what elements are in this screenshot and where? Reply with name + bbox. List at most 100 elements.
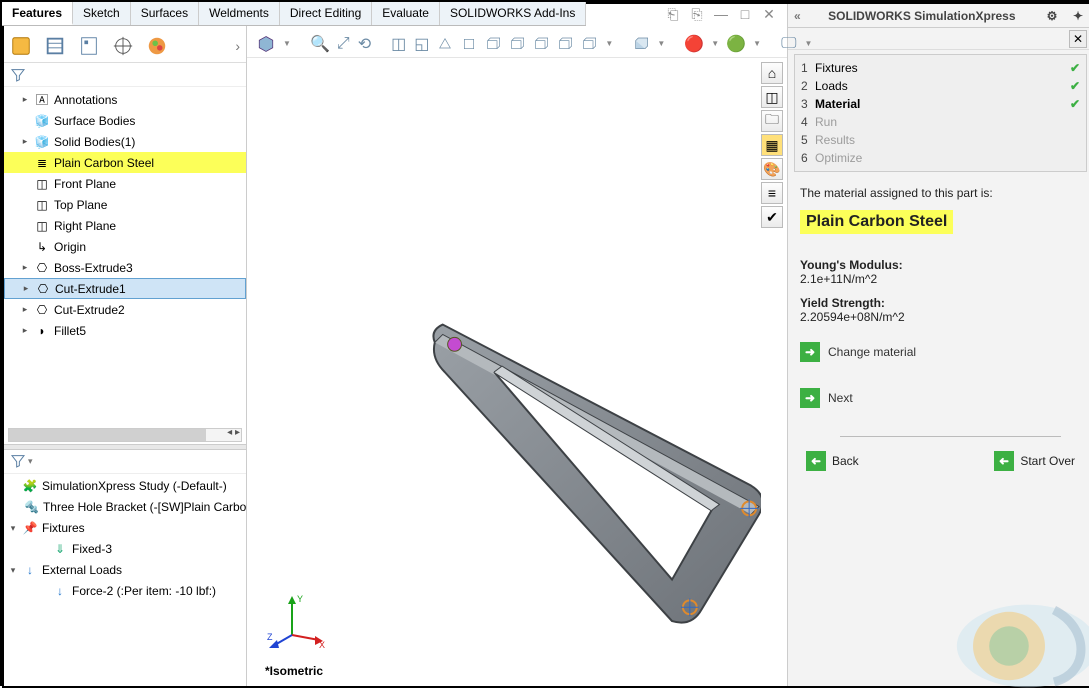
restart-arrow-icon: ➜ bbox=[994, 451, 1014, 471]
change-material-label: Change material bbox=[828, 345, 916, 359]
study-root-label: SimulationXpress Study (-Default-) bbox=[42, 479, 227, 493]
start-over-label: Start Over bbox=[1020, 454, 1075, 468]
change-material-button[interactable]: ➜ Change material bbox=[800, 342, 1081, 362]
d4-icon[interactable] bbox=[509, 35, 525, 53]
sim-pin-icon[interactable]: ✦ bbox=[1069, 9, 1087, 23]
tree-item-front-plane[interactable]: ◫Front Plane bbox=[4, 173, 246, 194]
sim-panel-title: SOLIDWORKS SimulationXpress bbox=[809, 9, 1035, 23]
sim-collapse-icon[interactable]: « bbox=[794, 9, 801, 23]
tree-item-fillet5[interactable]: ▸◗Fillet5 bbox=[4, 320, 246, 341]
hide-show-icon[interactable] bbox=[633, 35, 649, 53]
window-prev-icon[interactable]: ⎗ bbox=[665, 6, 681, 22]
study-fixtures-label: Fixtures bbox=[42, 521, 85, 535]
study-fixture-item[interactable]: ⇓Fixed-3 bbox=[4, 539, 246, 560]
tab-features[interactable]: Features bbox=[2, 2, 73, 25]
sim-decor-image bbox=[919, 582, 1089, 688]
filter-icon[interactable] bbox=[10, 67, 26, 83]
svg-text:Y: Y bbox=[297, 594, 303, 604]
view-cube-icon[interactable] bbox=[257, 35, 275, 53]
rs-check-icon[interactable]: ✔︎ bbox=[761, 206, 783, 228]
study-root[interactable]: 🧩SimulationXpress Study (-Default-) bbox=[4, 476, 246, 497]
study-part[interactable]: 🔩Three Hole Bracket (-[SW]Plain Carbo bbox=[4, 497, 246, 518]
panel-more-chevron-icon[interactable]: › bbox=[235, 38, 240, 54]
d3-icon[interactable] bbox=[485, 35, 501, 53]
sim-step-loads[interactable]: 2Loads✔ bbox=[801, 77, 1080, 95]
window-restore-icon[interactable]: □ bbox=[737, 6, 753, 22]
next-label: Next bbox=[828, 391, 853, 405]
study-loads[interactable]: ▾↓External Loads bbox=[4, 560, 246, 581]
tab-solidworks-add-ins[interactable]: SOLIDWORKS Add-Ins bbox=[440, 2, 586, 25]
tree-item-cut-extrude1[interactable]: ▸⎔Cut-Extrude1 bbox=[4, 278, 246, 299]
tab-weldments[interactable]: Weldments bbox=[199, 2, 280, 25]
appearance-icon[interactable] bbox=[146, 35, 168, 57]
study-fixtures[interactable]: ▾📌Fixtures bbox=[4, 518, 246, 539]
sim-steps: 1Fixtures✔2Loads✔3Material✔4Run5Results6… bbox=[794, 54, 1087, 172]
start-over-button[interactable]: ➜ Start Over bbox=[994, 451, 1075, 471]
back-label: Back bbox=[832, 454, 859, 468]
zoom-area-icon[interactable]: ⤢ bbox=[337, 35, 350, 53]
d5-icon[interactable] bbox=[533, 35, 549, 53]
orient-icon[interactable]: ◱ bbox=[414, 35, 429, 53]
tree-item-cut-extrude2[interactable]: ▸⎔Cut-Extrude2 bbox=[4, 299, 246, 320]
study-part-label: Three Hole Bracket (-[SW]Plain Carbo bbox=[43, 500, 246, 514]
graphics-viewport[interactable]: Y X Z *Isometric bbox=[247, 58, 761, 686]
rs-cube-icon[interactable]: ◫ bbox=[761, 86, 783, 108]
sim-divider bbox=[840, 436, 1061, 437]
appearance-ball-icon[interactable]: 🔴 bbox=[685, 35, 703, 53]
prev-view-icon[interactable]: ⟲ bbox=[358, 35, 371, 53]
tab-direct-editing[interactable]: Direct Editing bbox=[280, 2, 372, 25]
window-close-icon[interactable]: ✕ bbox=[761, 6, 777, 22]
dimxpert-icon[interactable] bbox=[112, 35, 134, 57]
tree-item-solid-bodies-1-[interactable]: ▸🧊Solid Bodies(1) bbox=[4, 131, 246, 152]
yield-label: Yield Strength: bbox=[800, 296, 1081, 310]
tab-sketch[interactable]: Sketch bbox=[73, 2, 131, 25]
study-load-item[interactable]: ↓Force-2 (:Per item: -10 lbf:) bbox=[4, 581, 246, 602]
d7-icon[interactable] bbox=[581, 35, 597, 53]
sim-step-results: 5Results bbox=[801, 131, 1080, 149]
back-arrow-icon: ➜ bbox=[806, 451, 826, 471]
tree-item-boss-extrude3[interactable]: ▸⎔Boss-Extrude3 bbox=[4, 257, 246, 278]
render-icon[interactable]: 🖵 bbox=[781, 35, 796, 53]
tree-h-scrollbar[interactable]: ◂ ▸ bbox=[8, 428, 242, 442]
property-manager-icon[interactable] bbox=[44, 35, 66, 57]
sim-step-run: 4Run bbox=[801, 113, 1080, 131]
window-next-icon[interactable]: ⎘ bbox=[689, 6, 705, 22]
tree-item-origin[interactable]: ↳Origin bbox=[4, 236, 246, 257]
d6-icon[interactable] bbox=[557, 35, 573, 53]
section-icon[interactable]: ◫ bbox=[391, 35, 406, 53]
study-fixture-item-label: Fixed-3 bbox=[72, 542, 112, 556]
next-button[interactable]: ➜ Next bbox=[800, 388, 1081, 408]
tab-evaluate[interactable]: Evaluate bbox=[372, 2, 440, 25]
scene-ball-icon[interactable]: 🟢 bbox=[727, 35, 745, 53]
sim-step-material[interactable]: 3Material✔ bbox=[801, 95, 1080, 113]
back-button[interactable]: ➜ Back bbox=[806, 451, 859, 471]
rs-grid-icon[interactable]: ▦ bbox=[761, 134, 783, 156]
view-triad: Y X Z bbox=[267, 590, 327, 650]
study-tree: 🧩SimulationXpress Study (-Default-) 🔩Thr… bbox=[4, 474, 246, 687]
feature-tree-icon[interactable] bbox=[10, 35, 32, 57]
window-min-icon[interactable]: — bbox=[713, 6, 729, 22]
tree-item-annotations[interactable]: ▸🄰Annotations bbox=[4, 89, 246, 110]
zoom-fit-icon[interactable]: 🔍 bbox=[311, 35, 329, 53]
rs-home-icon[interactable]: ⌂ bbox=[761, 62, 783, 84]
filter-icon[interactable] bbox=[10, 453, 26, 469]
feature-tree: ▸🄰Annotations🧊Surface Bodies▸🧊Solid Bodi… bbox=[4, 87, 246, 426]
tree-item-plain-carbon-steel[interactable]: ≣Plain Carbon Steel bbox=[4, 152, 246, 173]
tree-item-top-plane[interactable]: ◫Top Plane bbox=[4, 194, 246, 215]
config-manager-icon[interactable] bbox=[78, 35, 100, 57]
rs-list-icon[interactable]: ≡ bbox=[761, 182, 783, 204]
view-toolbar: ▼ 🔍 ⤢ ⟲ ◫ ◱ ▼ ▼ 🔴▼ 🟢▼ 🖵▼ bbox=[247, 30, 787, 58]
tab-surfaces[interactable]: Surfaces bbox=[131, 2, 199, 25]
d2-icon[interactable] bbox=[461, 35, 477, 53]
tree-item-right-plane[interactable]: ◫Right Plane bbox=[4, 215, 246, 236]
sim-settings-icon[interactable]: ⚙ bbox=[1043, 9, 1061, 23]
svg-text:Z: Z bbox=[267, 632, 273, 642]
d1-icon[interactable] bbox=[437, 35, 453, 53]
sim-close-icon[interactable]: ✕ bbox=[1069, 30, 1087, 48]
rs-palette-icon[interactable]: 🎨 bbox=[761, 158, 783, 180]
forward-arrow-icon: ➜ bbox=[800, 342, 820, 362]
sim-step-fixtures[interactable]: 1Fixtures✔ bbox=[801, 59, 1080, 77]
tree-item-surface-bodies[interactable]: 🧊Surface Bodies bbox=[4, 110, 246, 131]
rs-folder-icon[interactable]: 🗀 bbox=[761, 110, 783, 132]
forward-arrow-icon: ➜ bbox=[800, 388, 820, 408]
